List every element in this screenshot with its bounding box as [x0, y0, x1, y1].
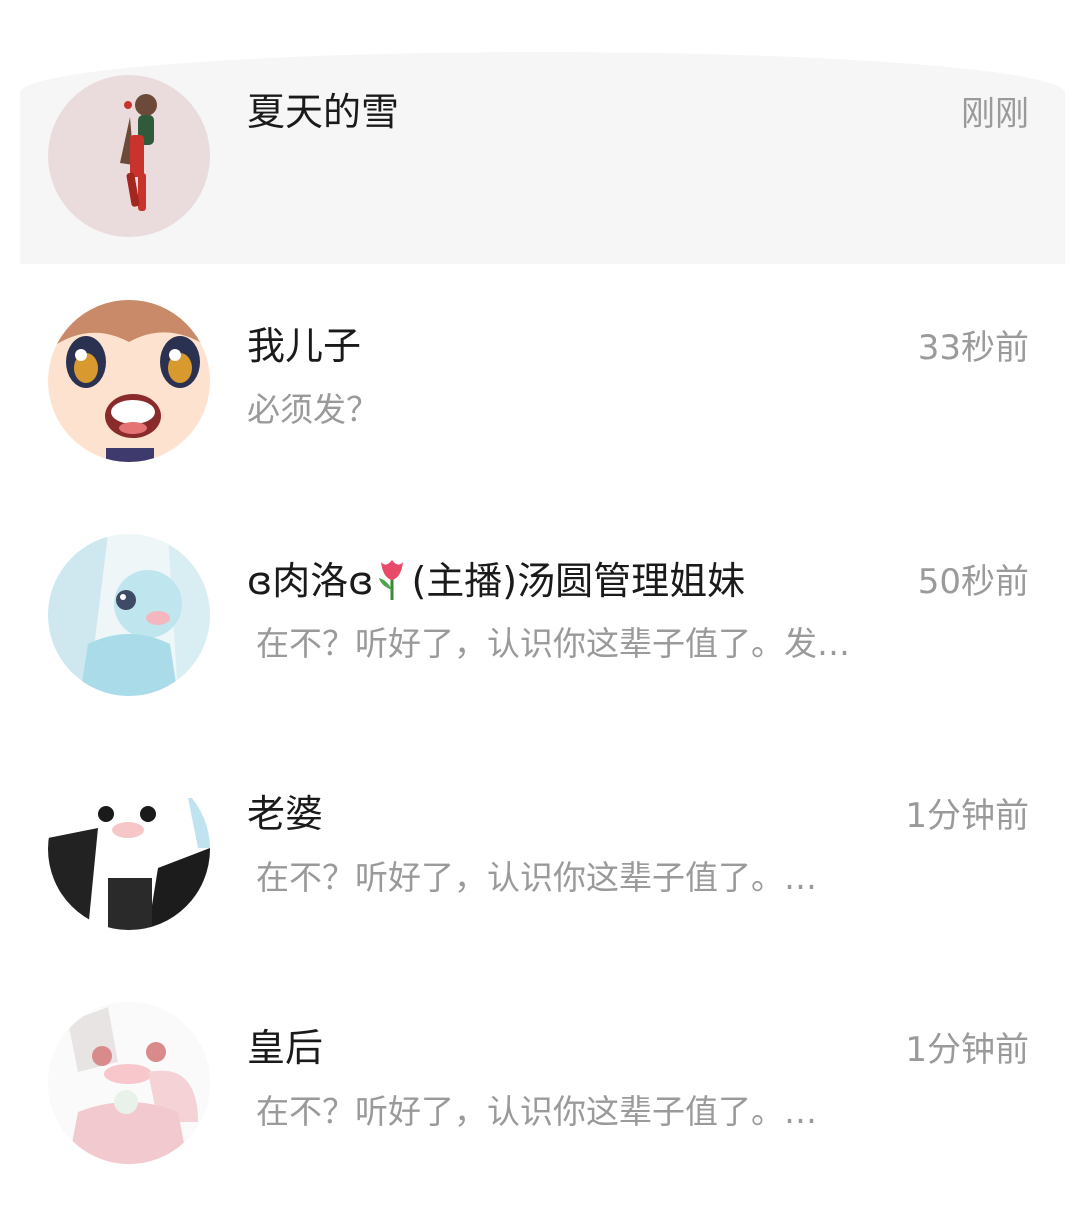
contact-name: ɞ肉洛ɞ (主播)汤圆管理姐妹 — [247, 556, 745, 611]
conversation-row[interactable]: 皇后 1分钟前 在不？听好了，认识你这辈子值了。… — [0, 966, 1079, 1200]
contact-name: 我儿子 — [247, 324, 362, 368]
message-preview: 在不？听好了，认识你这辈子值了。… — [256, 1092, 817, 1131]
avatar-blue-hair-girl-icon — [48, 534, 210, 696]
message-preview: 在不？听好了，认识你这辈子值了。发… — [256, 624, 850, 663]
conversation-row[interactable]: 老婆 1分钟前 在不？听好了，认识你这辈子值了。… — [0, 732, 1079, 966]
conversation-row[interactable]: ɞ肉洛ɞ (主播)汤圆管理姐妹 50秒前 在不？听好了，认识你这辈子值了。发… — [0, 498, 1079, 732]
contact-name: 夏天的雪 — [247, 90, 400, 134]
message-time: 刚刚 — [961, 94, 1029, 134]
tulip-icon — [375, 556, 409, 611]
avatar-girl-red-outfit-icon — [48, 75, 210, 237]
avatar[interactable] — [48, 534, 210, 696]
avatar-anime-face-icon — [48, 300, 210, 462]
avatar[interactable] — [48, 300, 210, 462]
message-preview: 在不？听好了，认识你这辈子值了。… — [256, 858, 817, 897]
conversation-row[interactable]: 夏天的雪 刚刚 — [0, 30, 1079, 264]
message-time: 1分钟前 — [905, 796, 1029, 836]
message-time: 1分钟前 — [905, 1030, 1029, 1070]
message-time: 50秒前 — [917, 562, 1029, 602]
message-time: 33秒前 — [917, 328, 1029, 368]
avatar[interactable] — [48, 1002, 210, 1164]
contact-name: 皇后 — [247, 1026, 324, 1070]
conversation-row[interactable]: 我儿子 33秒前 必须发？ — [0, 264, 1079, 498]
message-preview: 必须发？ — [247, 390, 379, 429]
avatar[interactable] — [48, 768, 210, 930]
conversation-list: 夏天的雪 刚刚 我儿子 33秒前 必须发？ ɞ肉洛ɞ (主播)汤圆管理姐妹 50… — [0, 0, 1079, 1231]
avatar[interactable] — [48, 75, 210, 237]
avatar-pink-girl-icon — [48, 1002, 210, 1164]
avatar-white-hair-maid-icon — [48, 768, 210, 930]
contact-name-prefix: ɞ肉洛ɞ — [247, 559, 374, 603]
contact-name: 老婆 — [247, 792, 324, 836]
contact-name-suffix: (主播)汤圆管理姐妹 — [411, 559, 746, 603]
